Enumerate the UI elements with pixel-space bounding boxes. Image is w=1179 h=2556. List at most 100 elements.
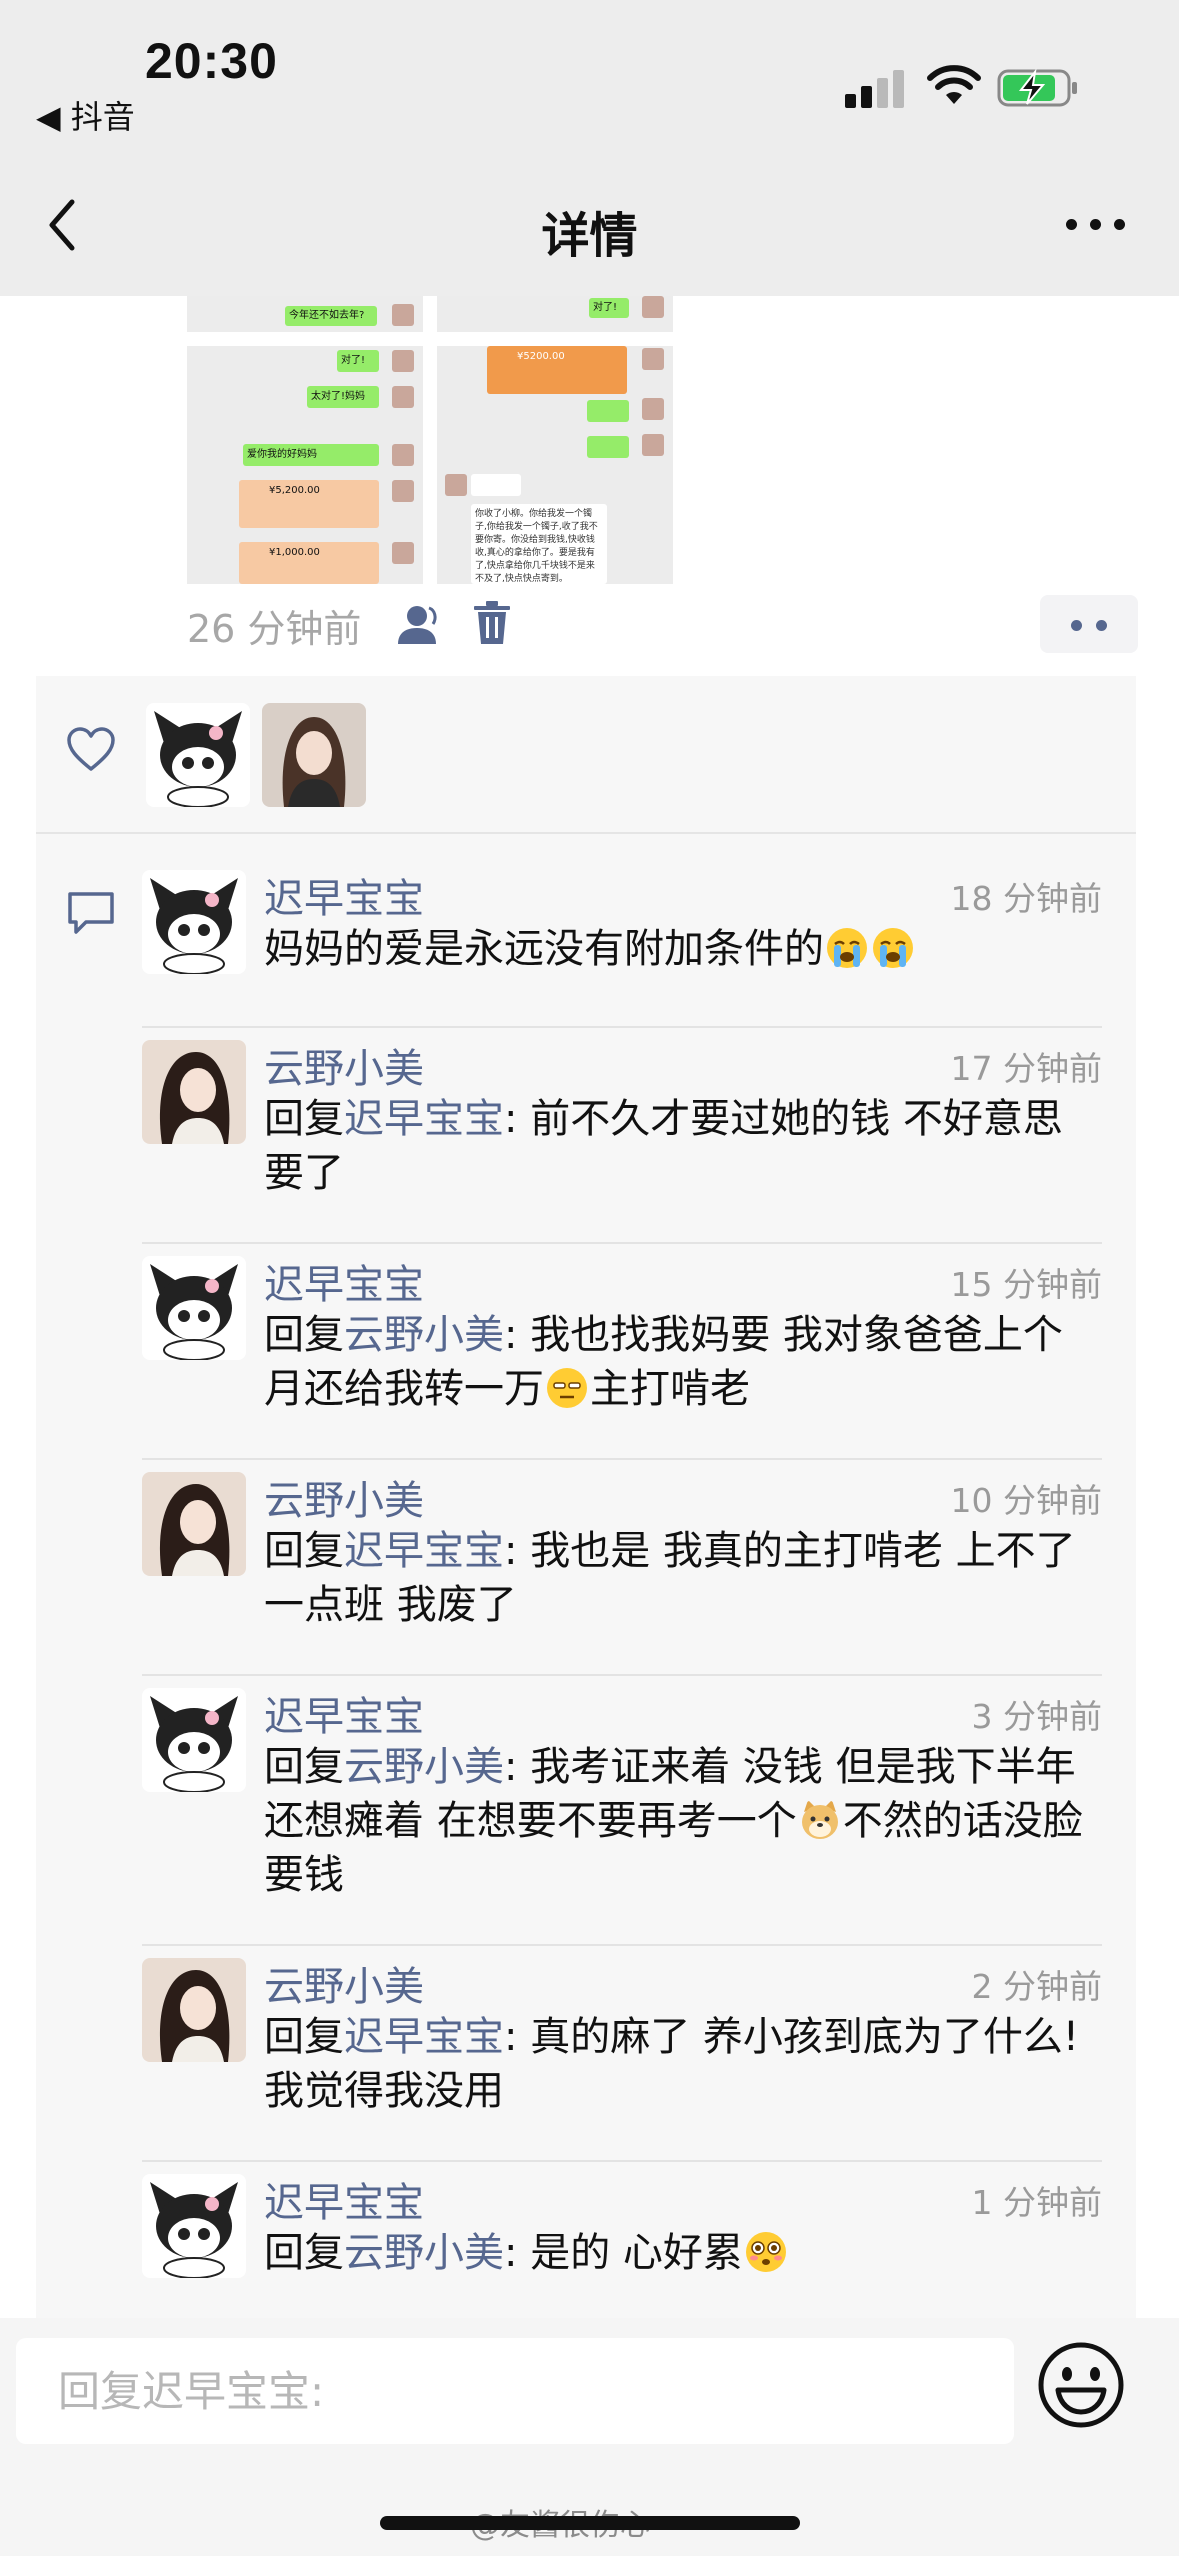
comment-avatar[interactable] (142, 1256, 246, 1360)
voice-bubble (587, 436, 629, 458)
comment-avatar[interactable] (142, 1040, 246, 1144)
reply-to-name[interactable]: 迟早宝宝 (344, 1096, 504, 1142)
delete-icon[interactable] (472, 600, 512, 646)
post-more-button[interactable] (1040, 595, 1138, 653)
comment-avatar[interactable] (142, 870, 246, 974)
mini-avatar (642, 434, 664, 456)
chat-bubble: 你收了小柳。你给我发一个镯子,你给我发一个镯子,收了我不要你寄。你没给到我钱,快… (471, 504, 607, 584)
comment-body: 回复云野小美: 是的 心好累 (264, 2226, 1102, 2280)
reply-to-name[interactable]: 云野小美 (344, 1744, 504, 1790)
comment-time: 1 分钟前 (971, 2183, 1103, 2222)
likes-row (36, 676, 1136, 834)
comment-body: 回复云野小美: 我也找我妈要 我对象爸爸上个月还给我转一万 主打啃老 (264, 1308, 1102, 1416)
reply-to-name[interactable]: 迟早宝宝 (344, 1528, 504, 1574)
friends-visibility-icon[interactable] (395, 602, 443, 646)
comment-time: 15 分钟前 (950, 1265, 1102, 1304)
like-avatar-chizao[interactable] (146, 703, 250, 807)
comment-divider (142, 1674, 1102, 1676)
post-image-4[interactable]: ¥5200.00 你收了小柳。你给我发一个镯子,你给我发一个镯子,收了我不要你寄… (437, 346, 673, 584)
comment-divider (142, 1458, 1102, 1460)
portrait-avatar-icon (142, 1040, 246, 1144)
reply-prefix: 回复 (264, 1096, 344, 1142)
unamused-face-emoji-icon (544, 1366, 590, 1412)
comment-author[interactable]: 云野小美 (264, 1036, 424, 1094)
voice-bubble (587, 400, 629, 422)
reply-prefix: 回复 (264, 1528, 344, 1574)
chat-bubble: 爱你我的好妈妈 (243, 444, 379, 466)
comment-icon (68, 892, 114, 934)
comment-time: 2 分钟前 (971, 1967, 1103, 2006)
mini-avatar (642, 348, 664, 370)
crying-face-emoji-icon (870, 926, 916, 972)
comment-time: 3 分钟前 (971, 1697, 1103, 1736)
wifi-icon (927, 65, 981, 104)
comment-author[interactable]: 云野小美 (264, 1468, 424, 1526)
top-bar: 20:30 ◀ 抖音 详情 (0, 0, 1179, 296)
chat-bubble: 对了! (589, 298, 629, 318)
status-time: 20:30 (145, 33, 278, 89)
comment-author[interactable]: 迟早宝宝 (264, 1684, 424, 1742)
portrait-avatar-icon (262, 703, 366, 807)
comment-body: 回复云野小美: 我考证来着 没钱 但是我下半年还想瘫着 在想要不要再考一个 不然的… (264, 1740, 1102, 1902)
mini-avatar (392, 480, 414, 502)
comment-author[interactable]: 迟早宝宝 (264, 866, 424, 924)
comment-time: 18 分钟前 (950, 879, 1102, 918)
comment-divider (142, 2160, 1102, 2162)
comment-body: 回复迟早宝宝: 我也是 我真的主打啃老 上不了一点班 我废了 (264, 1524, 1102, 1632)
post-image-1[interactable]: 今年还不如去年? (187, 296, 423, 332)
back-to-app-link[interactable]: ◀ 抖音 (36, 92, 135, 138)
page-title: 详情 (541, 208, 638, 264)
reply-input[interactable] (16, 2338, 1014, 2444)
battery-charging-icon (997, 68, 1077, 107)
mini-avatar (642, 398, 664, 420)
comment-avatar[interactable] (142, 2174, 246, 2278)
kuromi-avatar-icon (142, 870, 246, 974)
chat-bubble: 太对了!妈妈 (307, 386, 379, 408)
reply-to-name[interactable]: 云野小美 (344, 1312, 504, 1358)
like-avatar-yunye[interactable] (262, 703, 366, 807)
mini-avatar (392, 304, 414, 326)
chat-bubble: 今年还不如去年? (285, 306, 377, 326)
transfer-card: ¥5200.00 (487, 346, 627, 394)
mini-avatar (392, 386, 414, 408)
reply-to-name[interactable]: 迟早宝宝 (344, 2014, 504, 2060)
comment-text: : 是的 心好累 (504, 2230, 743, 2276)
comment-author[interactable]: 迟早宝宝 (264, 2170, 424, 2228)
mini-avatar (642, 296, 664, 318)
reply-to-name[interactable]: 云野小美 (344, 2230, 504, 2276)
mini-avatar (445, 474, 467, 496)
kuromi-avatar-icon (142, 1256, 246, 1360)
doge-face-emoji-icon (797, 1798, 843, 1844)
reply-prefix: 回复 (264, 2014, 344, 2060)
more-options-icon[interactable] (1060, 205, 1130, 245)
post-time: 26 分钟前 (187, 607, 362, 651)
comment-avatar[interactable] (142, 1958, 246, 2062)
heart-icon (67, 727, 115, 771)
comment-body: 回复迟早宝宝: 前不久才要过她的钱 不好意思要了 (264, 1092, 1102, 1200)
reply-prefix: 回复 (264, 1312, 344, 1358)
status-icons (845, 64, 1085, 114)
post-image-2[interactable]: 对了! (437, 296, 673, 332)
kuromi-avatar-icon (142, 1688, 246, 1792)
transfer-card: ¥1,000.00 (239, 542, 379, 584)
portrait-avatar-icon (142, 1958, 246, 2062)
transfer-card: ¥5,200.00 (239, 480, 379, 528)
comment-author[interactable]: 云野小美 (264, 1954, 424, 2012)
comment-author[interactable]: 迟早宝宝 (264, 1252, 424, 1310)
comment-divider (142, 1242, 1102, 1244)
comment-divider (142, 1026, 1102, 1028)
post-image-3[interactable]: 对了! 太对了!妈妈 爱你我的好妈妈 ¥5,200.00 ¥1,000.00 (187, 346, 423, 584)
comment-divider (142, 1944, 1102, 1946)
kuromi-avatar-icon (142, 2174, 246, 2278)
home-indicator (380, 2516, 800, 2530)
mini-avatar (392, 444, 414, 466)
emoji-button-icon[interactable] (1036, 2340, 1126, 2430)
mini-avatar (392, 350, 414, 372)
comment-time: 10 分钟前 (950, 1481, 1102, 1520)
comment-text-after: 主打啃老 (590, 1366, 750, 1412)
cellular-signal-icon (845, 68, 905, 108)
comment-avatar[interactable] (142, 1472, 246, 1576)
portrait-avatar-icon (142, 1472, 246, 1576)
comment-avatar[interactable] (142, 1688, 246, 1792)
reply-prefix: 回复 (264, 2230, 344, 2276)
